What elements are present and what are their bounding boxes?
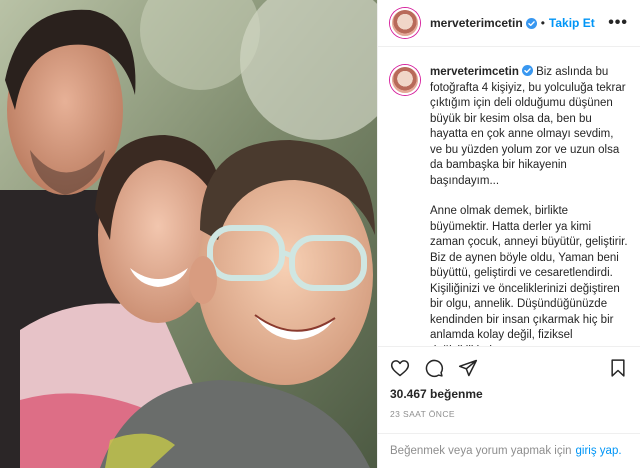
heart-icon[interactable] xyxy=(390,358,410,378)
family-selfie-image xyxy=(0,0,377,468)
post-header: merveterimcetin • Takip Et ••• xyxy=(378,0,640,48)
login-prompt-text: Beğenmek veya yorum yapmak için xyxy=(390,445,572,458)
caption-verified-badge-icon xyxy=(521,65,533,77)
separator-dot: • xyxy=(540,16,545,31)
follow-button[interactable]: Takip Et xyxy=(549,16,595,30)
login-link[interactable]: giriş yap. xyxy=(576,445,622,457)
action-icons xyxy=(390,353,628,383)
more-options-icon[interactable]: ••• xyxy=(608,14,628,32)
avatar[interactable] xyxy=(390,8,420,39)
post-photo[interactable] xyxy=(0,0,377,468)
caption-area: merveterimcetin Biz aslında bu fotoğraft… xyxy=(378,47,640,346)
post-sidebar: merveterimcetin • Takip Et ••• merveteri… xyxy=(377,0,640,468)
caption-paragraph-1: Biz aslında bu fotoğrafta 4 kişiyiz, bu … xyxy=(430,66,626,187)
login-prompt-bar: Beğenmek veya yorum yapmak için giriş ya… xyxy=(378,433,640,468)
caption-username[interactable]: merveterimcetin xyxy=(430,66,519,78)
header-username[interactable]: merveterimcetin xyxy=(430,16,523,30)
post-actions: 30.467 beğenme 23 SAAT ÖNCE xyxy=(378,346,640,419)
likes-count[interactable]: 30.467 beğenme xyxy=(390,387,628,401)
share-icon[interactable] xyxy=(458,358,478,378)
comment-icon[interactable] xyxy=(424,358,444,378)
post-timestamp[interactable]: 23 SAAT ÖNCE xyxy=(390,409,628,419)
bookmark-icon[interactable] xyxy=(608,358,628,378)
caption-paragraph-2: Anne olmak demek, birlikte büyümektir. H… xyxy=(430,205,628,346)
instagram-post: merveterimcetin • Takip Et ••• merveteri… xyxy=(0,0,640,468)
verified-badge-icon xyxy=(525,17,537,29)
caption-avatar[interactable] xyxy=(390,65,420,96)
caption-text: merveterimcetin Biz aslında bu fotoğraft… xyxy=(430,65,628,346)
